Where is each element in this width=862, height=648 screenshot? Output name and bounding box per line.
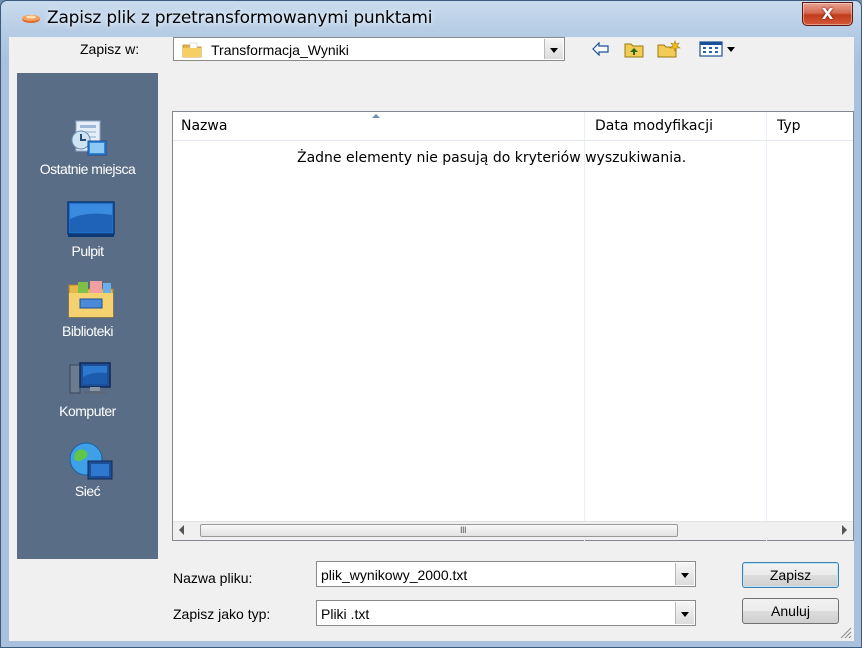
desktop-icon xyxy=(66,199,115,241)
close-button[interactable]: X xyxy=(802,2,853,26)
empty-message: Żadne elementy nie pasują do kryteriów w… xyxy=(297,150,687,166)
scrollbar-thumb[interactable]: III xyxy=(200,524,678,537)
title-bar[interactable]: Zapisz plik z przetransformowanymi punkt… xyxy=(1,1,861,37)
up-folder-button[interactable] xyxy=(623,39,645,59)
column-name[interactable]: Nazwa xyxy=(181,118,227,134)
column-divider[interactable] xyxy=(584,112,585,542)
resize-grip-icon[interactable] xyxy=(840,627,852,639)
horizontal-scrollbar[interactable]: III xyxy=(173,521,853,540)
libraries-icon xyxy=(66,279,113,321)
back-button[interactable] xyxy=(591,39,611,59)
place-label: Ostatnie miejsca xyxy=(39,161,136,177)
back-arrow-icon xyxy=(592,42,609,56)
recent-places-icon xyxy=(66,117,110,159)
view-menu-icon xyxy=(699,41,735,57)
save-button[interactable]: Zapisz xyxy=(742,562,839,588)
place-network[interactable]: Sieć xyxy=(17,439,158,499)
filename-value: plik_wynikowy_2000.txt xyxy=(321,567,468,583)
column-divider[interactable] xyxy=(766,112,767,542)
places-bar: Ostatnie miejsca Pulpit Biblioteki Kompu… xyxy=(17,73,158,559)
new-folder-icon xyxy=(657,40,681,58)
view-menu-button[interactable] xyxy=(698,39,738,59)
scroll-right-icon[interactable] xyxy=(842,525,847,535)
window-title: Zapisz plik z przetransformowanymi punkt… xyxy=(47,8,433,28)
save-in-dropdown[interactable]: Transformacja_Wyniki xyxy=(173,37,565,61)
column-type[interactable]: Typ xyxy=(777,118,801,134)
filetype-value: Pliki .txt xyxy=(321,606,370,622)
filename-input[interactable]: plik_wynikowy_2000.txt xyxy=(316,561,696,587)
save-file-dialog: Zapisz plik z przetransformowanymi punkt… xyxy=(0,0,862,648)
folder-icon xyxy=(182,42,202,58)
save-in-label: Zapisz w: xyxy=(80,41,140,57)
new-folder-button[interactable] xyxy=(656,39,682,59)
place-label: Biblioteki xyxy=(61,323,114,339)
file-list-header: Nazwa Data modyfikacji Typ xyxy=(173,112,853,141)
place-label: Komputer xyxy=(59,403,116,419)
place-desktop[interactable]: Pulpit xyxy=(17,199,158,259)
cancel-button[interactable]: Anuluj xyxy=(742,598,839,624)
filetype-label: Zapisz jako typ: xyxy=(173,606,271,622)
column-date-modified[interactable]: Data modyfikacji xyxy=(595,118,713,134)
place-computer[interactable]: Komputer xyxy=(17,359,158,419)
place-label: Sieć xyxy=(74,483,101,499)
up-folder-icon xyxy=(624,43,644,57)
scroll-grip: III xyxy=(460,525,467,535)
place-label: Pulpit xyxy=(71,243,104,259)
filetype-dropdown[interactable]: Pliki .txt xyxy=(316,600,696,626)
place-libraries[interactable]: Biblioteki xyxy=(17,279,158,339)
save-in-value: Transformacja_Wyniki xyxy=(211,42,349,58)
close-icon: X xyxy=(821,5,834,23)
app-icon xyxy=(22,15,40,23)
sort-ascending-icon xyxy=(372,114,380,118)
place-recent[interactable]: Ostatnie miejsca xyxy=(17,117,158,177)
computer-icon xyxy=(66,359,111,401)
scroll-left-icon[interactable] xyxy=(179,525,184,535)
chevron-down-icon[interactable] xyxy=(544,39,563,59)
chevron-down-icon[interactable] xyxy=(675,563,694,585)
filename-label: Nazwa pliku: xyxy=(173,570,253,586)
file-list[interactable]: Nazwa Data modyfikacji Typ Żadne element… xyxy=(172,111,854,542)
chevron-down-icon[interactable] xyxy=(675,602,694,624)
network-icon xyxy=(66,439,112,481)
